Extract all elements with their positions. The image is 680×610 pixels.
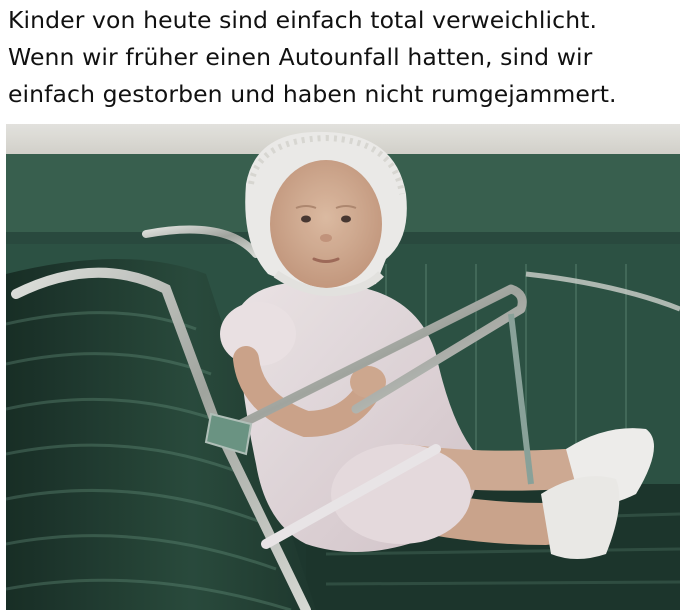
baby-in-car-seat-icon	[6, 124, 680, 610]
meme-caption: Kinder von heute sind einfach total verw…	[8, 2, 676, 113]
meme-photo	[6, 124, 680, 610]
caption-line-1: Kinder von heute sind einfach total verw…	[8, 6, 598, 34]
caption-line-3: einfach gestorben und haben nicht rumgej…	[8, 80, 617, 108]
caption-line-2: Wenn wir früher einen Autounfall hatten,…	[8, 43, 593, 71]
